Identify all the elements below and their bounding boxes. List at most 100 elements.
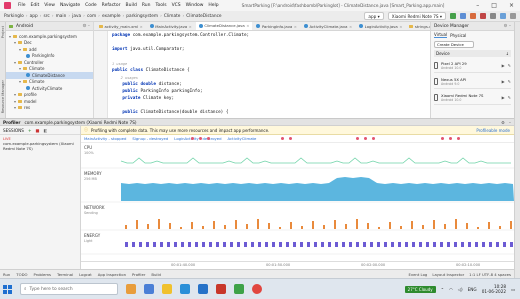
menu-item-run[interactable]: Run bbox=[142, 3, 151, 8]
network-icon[interactable]: ◠ bbox=[449, 287, 453, 292]
android-studio-taskbar-icon[interactable] bbox=[234, 284, 244, 294]
debug-icon[interactable] bbox=[460, 13, 466, 19]
language-indicator[interactable]: ENG bbox=[468, 287, 477, 292]
edit-icon[interactable]: ✎ bbox=[508, 79, 511, 84]
expand-arrow-icon[interactable]: ▾ bbox=[9, 34, 11, 39]
sort-icon[interactable]: ↓ bbox=[506, 51, 509, 56]
menu-item-refactor[interactable]: Refactor bbox=[102, 3, 121, 8]
edit-icon[interactable]: ✎ bbox=[508, 63, 511, 68]
menu-item-window[interactable]: Window bbox=[186, 3, 204, 8]
search-icon[interactable] bbox=[510, 13, 516, 19]
tool-window-tab[interactable]: TODO bbox=[16, 272, 27, 277]
panel-options-icon[interactable]: ⚙ – bbox=[504, 24, 514, 29]
stop-session-icon[interactable]: ■ bbox=[35, 128, 39, 133]
editor-tab[interactable]: strings.xml× bbox=[406, 22, 430, 30]
maximize-icon[interactable]: □ bbox=[491, 2, 497, 9]
tool-window-tab[interactable]: Build bbox=[151, 272, 161, 277]
activity-event[interactable]: MainActivity - stopped bbox=[84, 136, 126, 141]
add-session-icon[interactable]: + bbox=[28, 128, 32, 133]
menu-item-tools[interactable]: Tools bbox=[155, 3, 166, 8]
weather-widget[interactable]: 27°C Cloudy bbox=[404, 285, 436, 293]
activity-marker-icon[interactable] bbox=[364, 137, 367, 140]
edge-icon[interactable] bbox=[180, 284, 190, 294]
launch-icon[interactable]: ▶ bbox=[502, 95, 505, 100]
editor-tab[interactable]: ParkingInfo.java × bbox=[253, 22, 300, 30]
store-icon[interactable] bbox=[198, 284, 208, 294]
stop-icon[interactable] bbox=[480, 13, 486, 19]
profiler-session-label[interactable]: com.example.parkingsystem (Xiaomi Redmi … bbox=[24, 120, 136, 125]
close-tab-icon[interactable]: × bbox=[140, 24, 143, 29]
close-icon[interactable]: × bbox=[509, 2, 514, 9]
close-tab-icon[interactable]: × bbox=[294, 24, 297, 29]
device-row[interactable]: Pixel 2 API 29 Android 10.0 ▶ ✎ bbox=[434, 58, 511, 73]
breadcrumb-item[interactable]: Climate bbox=[164, 14, 181, 19]
tool-window-tab[interactable]: Problems bbox=[34, 272, 52, 277]
layout-inspector-tab[interactable]: Layout Inspector bbox=[432, 272, 464, 277]
close-tab-icon[interactable]: × bbox=[349, 24, 352, 29]
activity-marker-icon[interactable] bbox=[449, 137, 452, 140]
project-view-selector[interactable]: Android bbox=[16, 24, 33, 29]
resource-manager-tool-tab[interactable]: Resource Manager bbox=[1, 80, 5, 113]
tab-physical[interactable]: Physical bbox=[450, 33, 466, 38]
tool-window-tab[interactable]: Logcat bbox=[79, 272, 92, 277]
close-tab-icon[interactable]: × bbox=[189, 24, 192, 29]
device-manager-icon[interactable] bbox=[500, 13, 506, 19]
activity-event[interactable]: ActivityClimate bbox=[228, 136, 257, 141]
menu-item-navigate[interactable]: Navigate bbox=[60, 3, 80, 8]
menu-item-view[interactable]: View bbox=[44, 3, 55, 8]
project-tool-tab[interactable]: Project bbox=[1, 26, 5, 38]
breadcrumb-item[interactable]: ClimateDistance bbox=[186, 14, 221, 19]
expand-arrow-icon[interactable]: ▾ bbox=[19, 66, 21, 71]
breadcrumb-item[interactable]: src bbox=[43, 14, 49, 19]
menu-item-edit[interactable]: Edit bbox=[31, 3, 40, 8]
editor-tab[interactable]: activity_main.xml × bbox=[96, 22, 146, 30]
task-view-icon[interactable] bbox=[144, 284, 154, 294]
run-icon[interactable] bbox=[450, 13, 456, 19]
device-combo[interactable]: Xiaomi Redmi Note 7S ▾ bbox=[387, 12, 446, 20]
windows-start-icon[interactable] bbox=[3, 284, 12, 294]
activity-marker-icon[interactable] bbox=[372, 137, 375, 140]
device-row[interactable]: Xiaomi Redmi Note 7S Android 10.0 ▶ ✎ bbox=[434, 90, 511, 105]
breadcrumb-item[interactable]: main bbox=[56, 14, 67, 19]
volume-icon[interactable]: ◁) bbox=[458, 287, 463, 292]
tree-item[interactable]: ▾ res bbox=[6, 105, 93, 112]
profile-icon[interactable] bbox=[470, 13, 476, 19]
menu-item-vcs[interactable]: VCS bbox=[172, 3, 181, 8]
editor-tab[interactable]: ActivityClimate.java × bbox=[301, 22, 355, 30]
expand-arrow-icon[interactable]: ▾ bbox=[14, 105, 16, 110]
activity-marker-icon[interactable] bbox=[207, 137, 210, 140]
notifications-icon[interactable]: ▭ bbox=[511, 287, 515, 292]
edit-icon[interactable]: ✎ bbox=[508, 95, 511, 100]
tool-window-tab[interactable]: App Inspection bbox=[98, 272, 126, 277]
expand-arrow-icon[interactable]: ▾ bbox=[14, 92, 16, 97]
activity-marker-icon[interactable] bbox=[356, 137, 359, 140]
clock[interactable]: 10:28 01-06-2022 bbox=[482, 284, 506, 294]
menu-item-help[interactable]: Help bbox=[208, 3, 218, 8]
activity-marker-icon[interactable] bbox=[457, 137, 460, 140]
expand-arrow-icon[interactable]: ▾ bbox=[14, 60, 16, 65]
menu-item-build[interactable]: Build bbox=[126, 3, 137, 8]
tray-chevron-icon[interactable]: ⌃ bbox=[441, 287, 445, 292]
launch-icon[interactable]: ▶ bbox=[502, 63, 505, 68]
office-icon[interactable] bbox=[216, 284, 226, 294]
breadcrumb-item[interactable]: parkingsystem bbox=[126, 14, 158, 19]
tool-window-tab[interactable]: Run bbox=[3, 272, 10, 277]
vlc-icon[interactable] bbox=[126, 284, 136, 294]
file-explorer-icon[interactable] bbox=[162, 284, 172, 294]
expand-arrow-icon[interactable]: ▾ bbox=[19, 47, 21, 52]
activity-marker-icon[interactable] bbox=[281, 137, 284, 140]
profileable-link[interactable]: Profileable mode bbox=[476, 128, 514, 133]
close-tab-icon[interactable]: × bbox=[246, 23, 249, 28]
hide-icon[interactable]: – bbox=[509, 120, 511, 125]
breadcrumb-item[interactable]: example bbox=[102, 14, 121, 19]
activity-marker-icon[interactable] bbox=[191, 137, 194, 140]
activity-marker-icon[interactable] bbox=[199, 137, 202, 140]
event-log-tab[interactable]: Event Log bbox=[408, 272, 427, 277]
breadcrumb-item[interactable]: Parkinglo bbox=[4, 14, 24, 19]
code-area[interactable]: package com.example.parkingsystem.Contro… bbox=[112, 32, 422, 116]
sync-icon[interactable] bbox=[490, 13, 496, 19]
tool-window-tab[interactable]: Terminal bbox=[57, 272, 73, 277]
editor-tab[interactable]: ClimateDistance.java × bbox=[195, 22, 253, 30]
panel-options-icon[interactable]: ⚙ – bbox=[82, 24, 93, 29]
tab-virtual[interactable]: Virtual bbox=[434, 32, 448, 38]
